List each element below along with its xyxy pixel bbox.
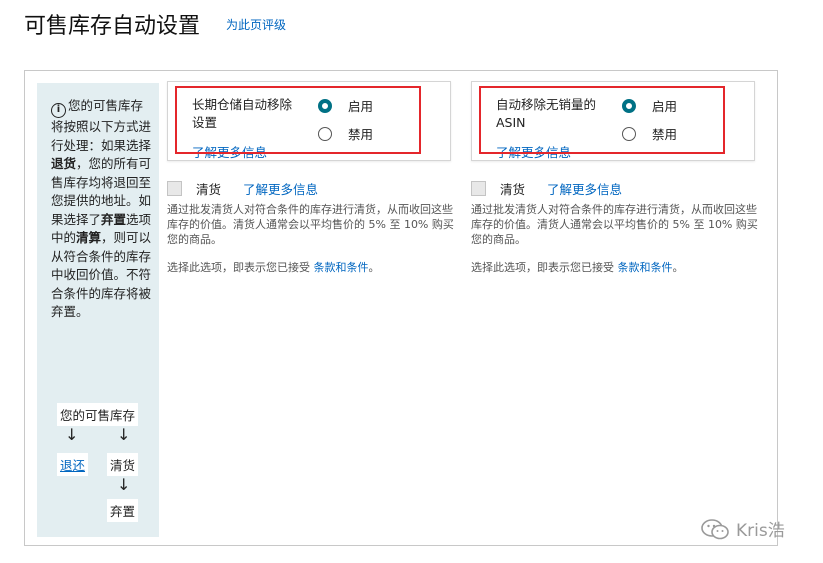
terms-text: 选择此选项，即表示您已接受 条款和条件。 xyxy=(167,261,380,274)
clearance-label: 清货 xyxy=(196,182,222,197)
flow-return-link[interactable]: 退还 xyxy=(57,453,89,476)
page-title: 可售库存自动设置 xyxy=(24,14,201,39)
clearance-label: 清货 xyxy=(500,182,526,197)
learn-more-link[interactable]: 了解更多信息 xyxy=(496,142,571,161)
clearance-section: 清货 了解更多信息 通过批发清货人对符合条件的库存进行清货，从而收回这些库存的价… xyxy=(167,179,457,275)
terms-link[interactable]: 条款和条件 xyxy=(618,261,673,274)
card-title: 长期仓储自动移除设置 xyxy=(192,97,293,130)
flow-root-label: 您的可售库存 xyxy=(57,403,139,426)
clearance-description: 通过批发清货人对符合条件的库存进行清货，从而收回这些库存的价值。清货人通常会以平… xyxy=(167,203,454,246)
disable-option[interactable]: 禁用 xyxy=(622,124,677,143)
watermark: Kris浩 xyxy=(700,516,785,541)
radio-unchecked-icon[interactable] xyxy=(622,126,636,141)
info-text: i 您的可售库存将按照以下方式进行处理：如果选择退货，您的所有可售库存均将退回至您… xyxy=(51,98,152,319)
arrow-down-icon: ↓ xyxy=(65,425,79,444)
clearance-description: 通过批发清货人对符合条件的库存进行清货，从而收回这些库存的价值。清货人通常会以平… xyxy=(471,203,758,246)
settings-panel: i 您的可售库存将按照以下方式进行处理：如果选择退货，您的所有可售库存均将退回至您… xyxy=(24,70,778,546)
learn-more-link[interactable]: 了解更多信息 xyxy=(547,179,622,198)
clearance-checkbox[interactable] xyxy=(471,181,486,196)
arrow-down-icon: ↓ xyxy=(117,425,131,444)
info-icon: i xyxy=(51,103,66,118)
watermark-text: Kris浩 xyxy=(736,521,785,541)
enable-option[interactable]: 启用 xyxy=(622,96,677,115)
clearance-checkbox[interactable] xyxy=(167,181,182,196)
disable-option[interactable]: 禁用 xyxy=(318,124,373,143)
clearance-section: 清货 了解更多信息 通过批发清货人对符合条件的库存进行清货，从而收回这些库存的价… xyxy=(471,179,761,275)
radio-unchecked-icon[interactable] xyxy=(318,126,332,141)
learn-more-link[interactable]: 了解更多信息 xyxy=(243,179,318,198)
disposition-flow: 您的可售库存 ↓ ↓ 退还 清货 ↓ 弃置 xyxy=(37,403,159,533)
radio-checked-icon[interactable] xyxy=(622,98,636,113)
long-term-storage-card: 长期仓储自动移除设置 了解更多信息 启用 禁用 xyxy=(167,81,451,161)
arrow-down-icon: ↓ xyxy=(117,475,131,494)
flow-liquidate-label: 清货 xyxy=(107,453,139,476)
terms-text: 选择此选项，即表示您已接受 条款和条件。 xyxy=(471,261,684,274)
learn-more-link[interactable]: 了解更多信息 xyxy=(192,142,267,161)
wechat-icon xyxy=(701,518,729,539)
flow-dispose-label: 弃置 xyxy=(107,499,139,522)
enable-option[interactable]: 启用 xyxy=(318,96,373,115)
card-title: 自动移除无销量的 ASIN xyxy=(496,97,597,130)
radio-checked-icon[interactable] xyxy=(318,98,332,113)
unsold-asin-card: 自动移除无销量的 ASIN 了解更多信息 启用 禁用 xyxy=(471,81,755,161)
terms-link[interactable]: 条款和条件 xyxy=(314,261,369,274)
info-sidebar: i 您的可售库存将按照以下方式进行处理：如果选择退货，您的所有可售库存均将退回至您… xyxy=(37,83,159,537)
rate-page-link[interactable]: 为此页评级 xyxy=(226,16,286,33)
